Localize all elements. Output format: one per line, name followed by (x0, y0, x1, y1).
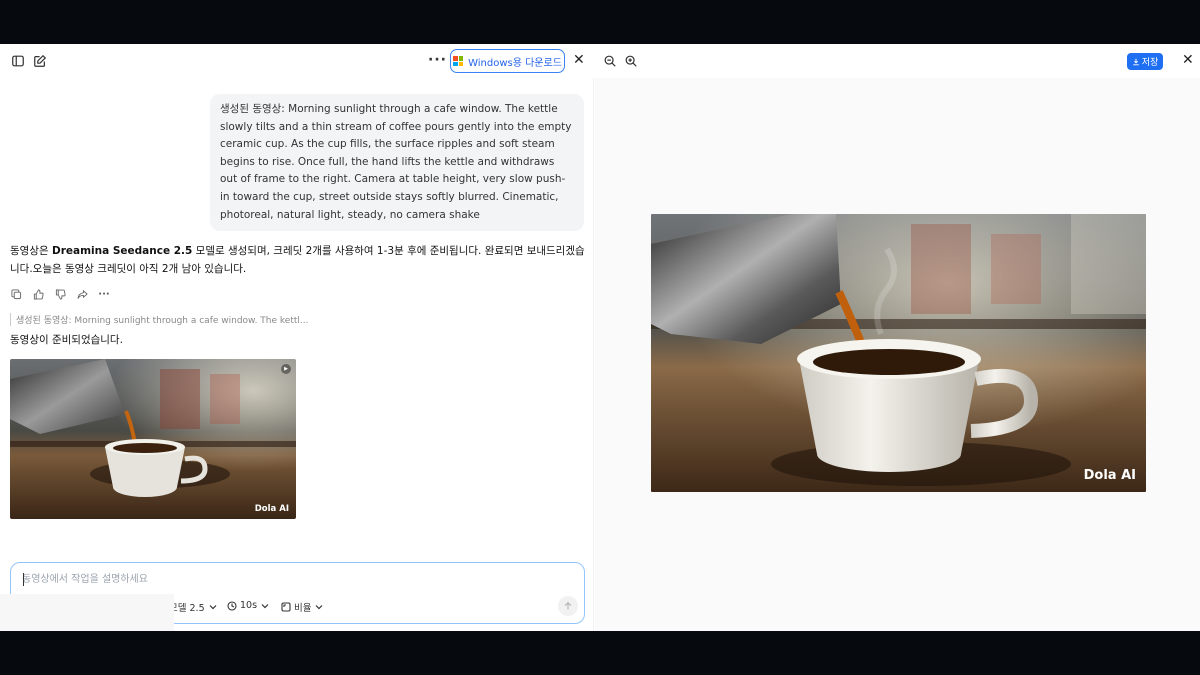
clock-icon (227, 600, 237, 611)
windows-logo-icon (453, 56, 464, 66)
quoted-prompt: 생성된 동영상: Morning sunlight through a cafe… (10, 313, 308, 326)
video-ready-text: 동영상이 준비되었습니다. (10, 334, 123, 346)
close-banner-icon[interactable]: ✕ (573, 52, 585, 68)
thumb-watermark: Dola AI (254, 504, 289, 514)
new-chat-icon[interactable] (32, 53, 48, 69)
assistant-pre: 동영상은 (10, 245, 52, 257)
assistant-message: 동영상은 Dreamina Seedance 2.5 모델로 생성되며, 크레딧… (10, 242, 585, 278)
copy-icon[interactable] (10, 288, 22, 300)
play-icon[interactable]: ▶ (281, 364, 291, 374)
thumbs-down-icon[interactable] (54, 288, 66, 300)
model-select[interactable]: 모델 2.5 (169, 600, 218, 614)
save-label: 저장 (1141, 58, 1159, 68)
video-thumbnail[interactable]: ▶ Dola AI (10, 359, 296, 519)
message-actions: ··· (10, 288, 110, 300)
send-button[interactable] (558, 596, 578, 616)
more-options-button[interactable]: ··· (428, 52, 447, 68)
preview-panel: Dola AI (595, 78, 1200, 631)
ratio-label: 비율 (294, 603, 312, 614)
model-label: 모델 2.5 (169, 603, 205, 614)
zoom-out-icon[interactable] (602, 53, 618, 69)
download-icon (1132, 58, 1139, 65)
arrow-up-icon (564, 601, 572, 610)
windows-download-label: Windows용 다운로드 (468, 57, 562, 69)
chat-panel: 생성된 동영상: Morning sunlight through a cafe… (0, 78, 594, 631)
coffee-scene-preview (651, 214, 1146, 492)
save-button[interactable]: 저장 (1127, 53, 1163, 70)
chevron-down-icon (316, 605, 323, 610)
overlay-panel (0, 594, 174, 631)
app-window: ··· Windows용 다운로드 ✕ 저장 ✕ 생성된 동영상: Mornin… (0, 44, 1200, 631)
duration-label: 10s (240, 600, 258, 611)
prompt-input[interactable] (22, 571, 542, 588)
thumbs-up-icon[interactable] (32, 288, 44, 300)
letterbox-bottom (0, 631, 1200, 675)
more-icon[interactable]: ··· (98, 288, 110, 300)
text-caret (23, 573, 24, 586)
coffee-scene-thumb (10, 359, 296, 519)
zoom-in-icon[interactable] (623, 53, 639, 69)
windows-download-button[interactable]: Windows용 다운로드 (450, 49, 565, 73)
preview-watermark: Dola AI (1083, 468, 1136, 483)
chevron-down-icon (209, 605, 217, 610)
user-message: 생성된 동영상: Morning sunlight through a cafe… (210, 94, 584, 232)
duration-select[interactable]: 10s (227, 600, 270, 611)
ratio-select[interactable]: 비율 (281, 600, 324, 614)
video-preview[interactable]: Dola AI (651, 214, 1146, 492)
aspect-ratio-icon (281, 602, 291, 612)
chevron-down-icon (261, 603, 269, 608)
model-name: Dreamina Seedance 2.5 (51, 245, 193, 257)
close-preview-icon[interactable]: ✕ (1182, 52, 1194, 68)
top-bar: ··· Windows용 다운로드 ✕ 저장 ✕ (0, 44, 1200, 78)
share-icon[interactable] (76, 288, 88, 300)
letterbox-top (0, 0, 1200, 44)
sidebar-toggle-icon[interactable] (10, 53, 26, 69)
